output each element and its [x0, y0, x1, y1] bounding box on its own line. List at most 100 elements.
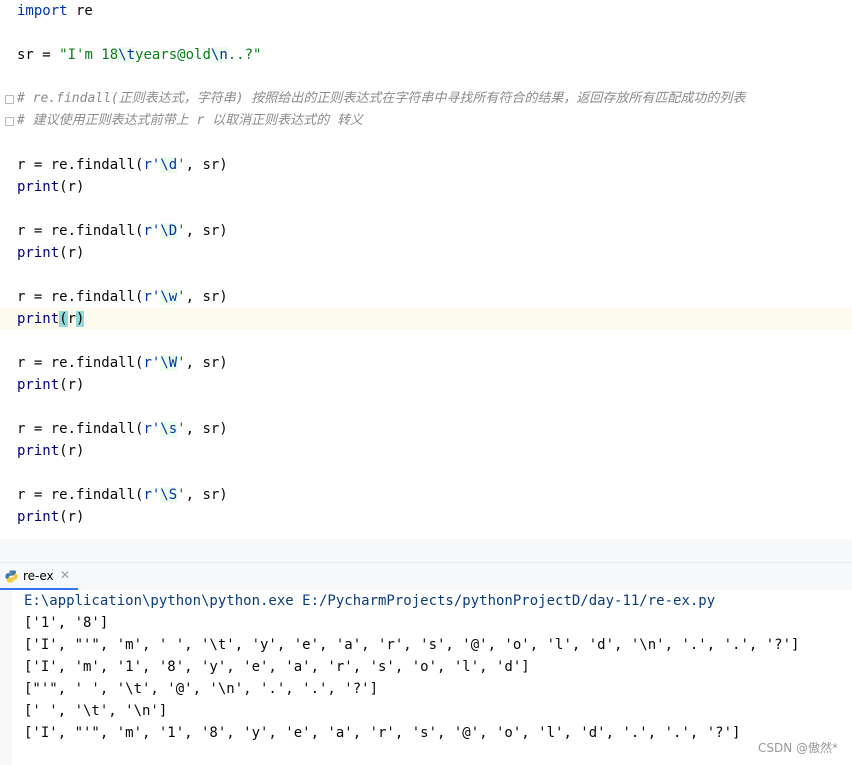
- paren-close: ): [76, 443, 85, 459]
- code-editor[interactable]: import re sr = "I'm 18\tyears@old\n..?" …: [0, 0, 852, 539]
- raw-prefix: r': [143, 289, 161, 305]
- escape-tab: \t: [118, 47, 136, 63]
- editor-gutter: [0, 0, 13, 539]
- regex-pattern: \d: [160, 157, 178, 173]
- print-arg: r: [67, 377, 77, 393]
- close-icon[interactable]: ✕: [60, 568, 70, 582]
- current-line-highlight: [0, 308, 852, 330]
- paren-open: (: [59, 179, 68, 195]
- paren-open: (: [59, 377, 68, 393]
- findall-args: , sr): [185, 289, 228, 305]
- code-line-sr-assign[interactable]: sr = "I'm 18\tyears@old\n..?": [17, 44, 261, 66]
- findall-call: r = re.findall(: [17, 421, 144, 437]
- paren-open-matched: (: [59, 311, 68, 327]
- comment-line-raw[interactable]: # 建议使用正则表达式前带上 r 以取消正则表达式的 转义: [17, 110, 363, 132]
- comment-line-findall[interactable]: # re.findall(正则表达式，字符串) 按照给出的正则表达式在字符串中寻…: [17, 88, 745, 110]
- code-line-findall-D[interactable]: r = re.findall(r'\D', sr): [17, 220, 228, 242]
- code-line-findall-s[interactable]: r = re.findall(r'\s', sr): [17, 418, 228, 440]
- console-output-line: ['I', 'm', '1', '8', 'y', 'e', 'a', 'r',…: [24, 659, 530, 675]
- module-name: re: [67, 3, 93, 19]
- console-output-line: [' ', '\t', '\n']: [24, 703, 168, 719]
- paren-open: (: [59, 443, 68, 459]
- paren-close: ): [76, 179, 85, 195]
- findall-call: r = re.findall(: [17, 487, 144, 503]
- code-line-print[interactable]: print(r): [17, 176, 84, 198]
- run-tab-re-ex[interactable]: re-ex ✕: [0, 563, 78, 591]
- python-icon: [5, 570, 18, 583]
- findall-call: r = re.findall(: [17, 223, 144, 239]
- raw-suffix: ': [177, 289, 186, 305]
- keyword-import: import: [17, 3, 68, 19]
- editor-bottom-strip: [0, 539, 852, 562]
- console-command-line[interactable]: E:\application\python\python.exe E:/Pych…: [24, 590, 715, 612]
- code-line-print[interactable]: print(r): [17, 440, 84, 462]
- code-line-print[interactable]: print(r): [17, 374, 84, 396]
- raw-suffix: ': [177, 157, 186, 173]
- code-line-print-current[interactable]: print(r): [17, 308, 85, 330]
- raw-prefix: r': [143, 223, 161, 239]
- findall-args: , sr): [185, 421, 228, 437]
- print-builtin: print: [17, 311, 60, 327]
- print-builtin: print: [17, 377, 60, 393]
- raw-suffix: ': [177, 355, 186, 371]
- fold-marker-icon[interactable]: [5, 117, 14, 126]
- comment-hash: #: [17, 113, 33, 128]
- regex-pattern: \S: [160, 487, 178, 503]
- regex-pattern: \D: [160, 223, 178, 239]
- print-arg: r: [67, 179, 77, 195]
- raw-prefix: r': [143, 355, 161, 371]
- code-line-print[interactable]: print(r): [17, 506, 84, 528]
- code-line-findall-d[interactable]: r = re.findall(r'\d', sr): [17, 154, 228, 176]
- raw-suffix: ': [177, 223, 186, 239]
- paren-close: ): [76, 245, 85, 261]
- code-line-findall-S[interactable]: r = re.findall(r'\S', sr): [17, 484, 228, 506]
- console-output-line: ['I', "'", 'm', '1', '8', 'y', 'e', 'a',…: [24, 725, 741, 741]
- print-builtin: print: [17, 443, 60, 459]
- print-builtin: print: [17, 179, 60, 195]
- raw-prefix: r': [143, 421, 161, 437]
- comment-text: re.findall(正则表达式，字符串) 按照给出的正则表达式在字符串中寻找所…: [32, 91, 746, 106]
- comment-hash: #: [17, 91, 33, 106]
- print-arg: r: [67, 245, 77, 261]
- print-builtin: print: [17, 509, 60, 525]
- paren-open: (: [59, 509, 68, 525]
- run-tab-label: re-ex: [23, 569, 54, 583]
- print-arg: r: [67, 509, 77, 525]
- console-toolbar-strip: [0, 590, 12, 765]
- raw-suffix: ': [177, 421, 186, 437]
- raw-prefix: r': [143, 157, 161, 173]
- print-arg: r: [67, 443, 77, 459]
- sr-variable: sr =: [17, 47, 60, 63]
- run-tool-window-header: re-ex ✕: [0, 562, 852, 591]
- findall-args: , sr): [185, 157, 228, 173]
- comment-text: 建议使用正则表达式前带上 r 以取消正则表达式的 转义: [32, 113, 363, 128]
- findall-call: r = re.findall(: [17, 289, 144, 305]
- paren-open: (: [59, 245, 68, 261]
- paren-close: ): [76, 377, 85, 393]
- paren-close-matched: ): [76, 311, 85, 327]
- print-builtin: print: [17, 245, 60, 261]
- regex-pattern: \w: [160, 289, 178, 305]
- console-output-line: ['1', '8']: [24, 615, 109, 631]
- fold-marker-icon[interactable]: [5, 95, 14, 104]
- findall-args: , sr): [185, 487, 228, 503]
- run-console[interactable]: E:\application\python\python.exe E:/Pych…: [0, 590, 852, 765]
- string-part: "I'm 18: [59, 47, 119, 63]
- regex-pattern: \s: [160, 421, 178, 437]
- code-line-findall-W[interactable]: r = re.findall(r'\W', sr): [17, 352, 228, 374]
- code-line-print[interactable]: print(r): [17, 242, 84, 264]
- findall-call: r = re.findall(: [17, 355, 144, 371]
- raw-prefix: r': [143, 487, 161, 503]
- watermark: CSDN @傲然*: [757, 741, 838, 755]
- code-line-import[interactable]: import re: [17, 0, 93, 22]
- findall-args: , sr): [185, 355, 228, 371]
- escape-newline: \n: [210, 47, 228, 63]
- string-part: years@old: [135, 47, 211, 63]
- findall-args: , sr): [185, 223, 228, 239]
- console-output-line: ['I', "'", 'm', ' ', '\t', 'y', 'e', 'a'…: [24, 637, 800, 653]
- code-line-findall-w[interactable]: r = re.findall(r'\w', sr): [17, 286, 228, 308]
- string-part: ..?": [227, 47, 262, 63]
- paren-close: ): [76, 509, 85, 525]
- print-arg: r: [67, 311, 77, 327]
- raw-suffix: ': [177, 487, 186, 503]
